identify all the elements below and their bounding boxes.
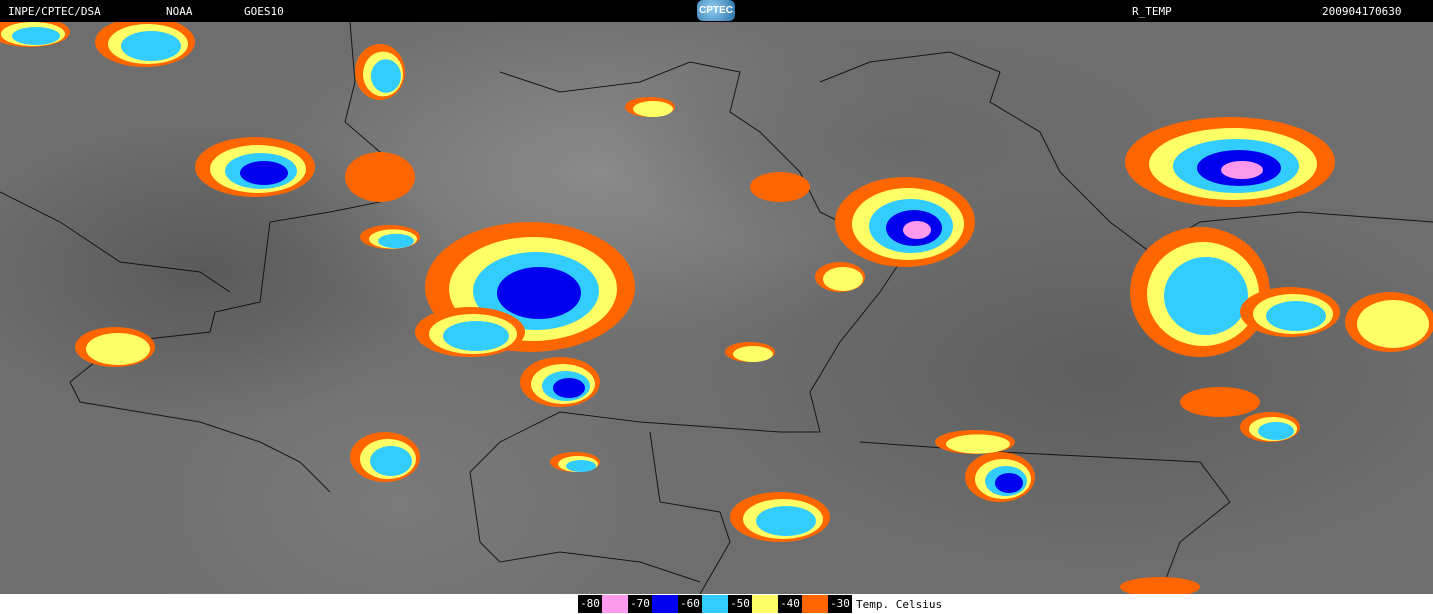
satellite-overlay — [0, 22, 1433, 594]
temperature-legend: -80 -70 -60 -50 -40 -30 Temp. Celsius — [578, 595, 942, 613]
convective-cloud-cluster — [355, 44, 405, 100]
cloud-top-temperature-overlay — [0, 22, 1433, 594]
legend-swatch-yellow — [752, 595, 778, 613]
convective-cloud-cluster — [1180, 387, 1260, 417]
cloud-orange-contour — [1120, 577, 1200, 594]
convective-cloud-cluster — [1240, 287, 1340, 337]
source-label: INPE/CPTEC/DSA — [8, 5, 101, 18]
cloud-yellow-contour — [1357, 300, 1429, 348]
timestamp-label: 200904170630 — [1322, 5, 1402, 18]
cptec-logo: CPTEC — [697, 0, 735, 21]
cloud-yellow-contour — [946, 434, 1010, 454]
cloud-blue-contour — [497, 267, 581, 319]
cloud-blue-contour — [553, 378, 585, 398]
cloud-blue-contour — [240, 161, 288, 185]
cloud-cyan-contour — [1266, 301, 1326, 331]
product-label: R_TEMP — [1132, 5, 1172, 18]
legend-label: -70 — [628, 595, 652, 613]
convective-cloud-cluster — [835, 177, 975, 267]
agency-label: NOAA — [166, 5, 193, 18]
cloud-orange-contour — [750, 172, 810, 202]
cloud-cyan-contour — [566, 460, 596, 472]
legend-swatch-cyan — [702, 595, 728, 613]
convective-cloud-cluster — [730, 492, 830, 542]
convective-cloud-cluster — [1345, 292, 1433, 352]
legend-label: -30 — [828, 595, 852, 613]
convective-cloud-cluster — [1120, 577, 1200, 594]
convective-cloud-cluster — [95, 22, 195, 67]
cloud-yellow-contour — [86, 333, 150, 365]
convective-cloud-cluster — [75, 327, 155, 367]
convective-cloud-cluster — [725, 342, 775, 362]
legend-swatch-blue — [652, 595, 678, 613]
cloud-cyan-contour — [121, 31, 181, 61]
cloud-cyan-contour — [1164, 257, 1248, 335]
legend-label: -50 — [728, 595, 752, 613]
convective-cloud-cluster — [935, 430, 1015, 454]
convective-cloud-cluster — [750, 172, 810, 202]
cloud-yellow-contour — [633, 101, 673, 117]
convective-cloud-cluster — [520, 357, 600, 407]
cloud-cyan-contour — [370, 446, 412, 476]
legend-title: Temp. Celsius — [856, 597, 943, 611]
cloud-cyan-contour — [756, 506, 816, 536]
convective-cloud-cluster — [550, 452, 600, 472]
convective-cloud-cluster — [625, 97, 675, 117]
header-bar: INPE/CPTEC/DSA NOAA GOES10 CPTEC R_TEMP … — [0, 0, 1433, 22]
cloud-cyan-contour — [443, 321, 509, 351]
convective-cloud-cluster — [415, 307, 525, 357]
cloud-pink-contour — [1221, 161, 1263, 179]
cloud-orange-contour — [1180, 387, 1260, 417]
cloud-orange-contour — [345, 152, 415, 202]
convective-cloud-cluster — [350, 432, 420, 482]
cloud-yellow-contour — [733, 346, 773, 362]
convective-cloud-cluster — [1240, 412, 1300, 442]
legend-label: -60 — [678, 595, 702, 613]
cloud-cyan-contour — [1258, 422, 1294, 440]
convective-cloud-cluster — [1125, 117, 1335, 207]
convective-cloud-cluster — [1130, 227, 1270, 357]
cloud-cyan-contour — [12, 27, 60, 45]
convective-cloud-cluster — [0, 22, 70, 47]
cloud-pink-contour — [903, 221, 931, 239]
convective-cloud-cluster — [965, 452, 1035, 502]
convective-cloud-cluster — [360, 225, 420, 249]
legend-label: -40 — [778, 595, 802, 613]
cloud-cyan-contour — [371, 59, 401, 93]
convective-cloud-cluster — [345, 152, 415, 202]
satellite-label: GOES10 — [244, 5, 284, 18]
convective-cloud-cluster — [815, 262, 865, 292]
cloud-blue-contour — [995, 473, 1023, 493]
cloud-yellow-contour — [823, 267, 863, 291]
convective-cloud-cluster — [195, 137, 315, 197]
satellite-image — [0, 22, 1433, 594]
legend-swatch-orange — [802, 595, 828, 613]
legend-label: -80 — [578, 595, 602, 613]
legend-swatch-pink — [602, 595, 628, 613]
cloud-cyan-contour — [378, 233, 414, 249]
